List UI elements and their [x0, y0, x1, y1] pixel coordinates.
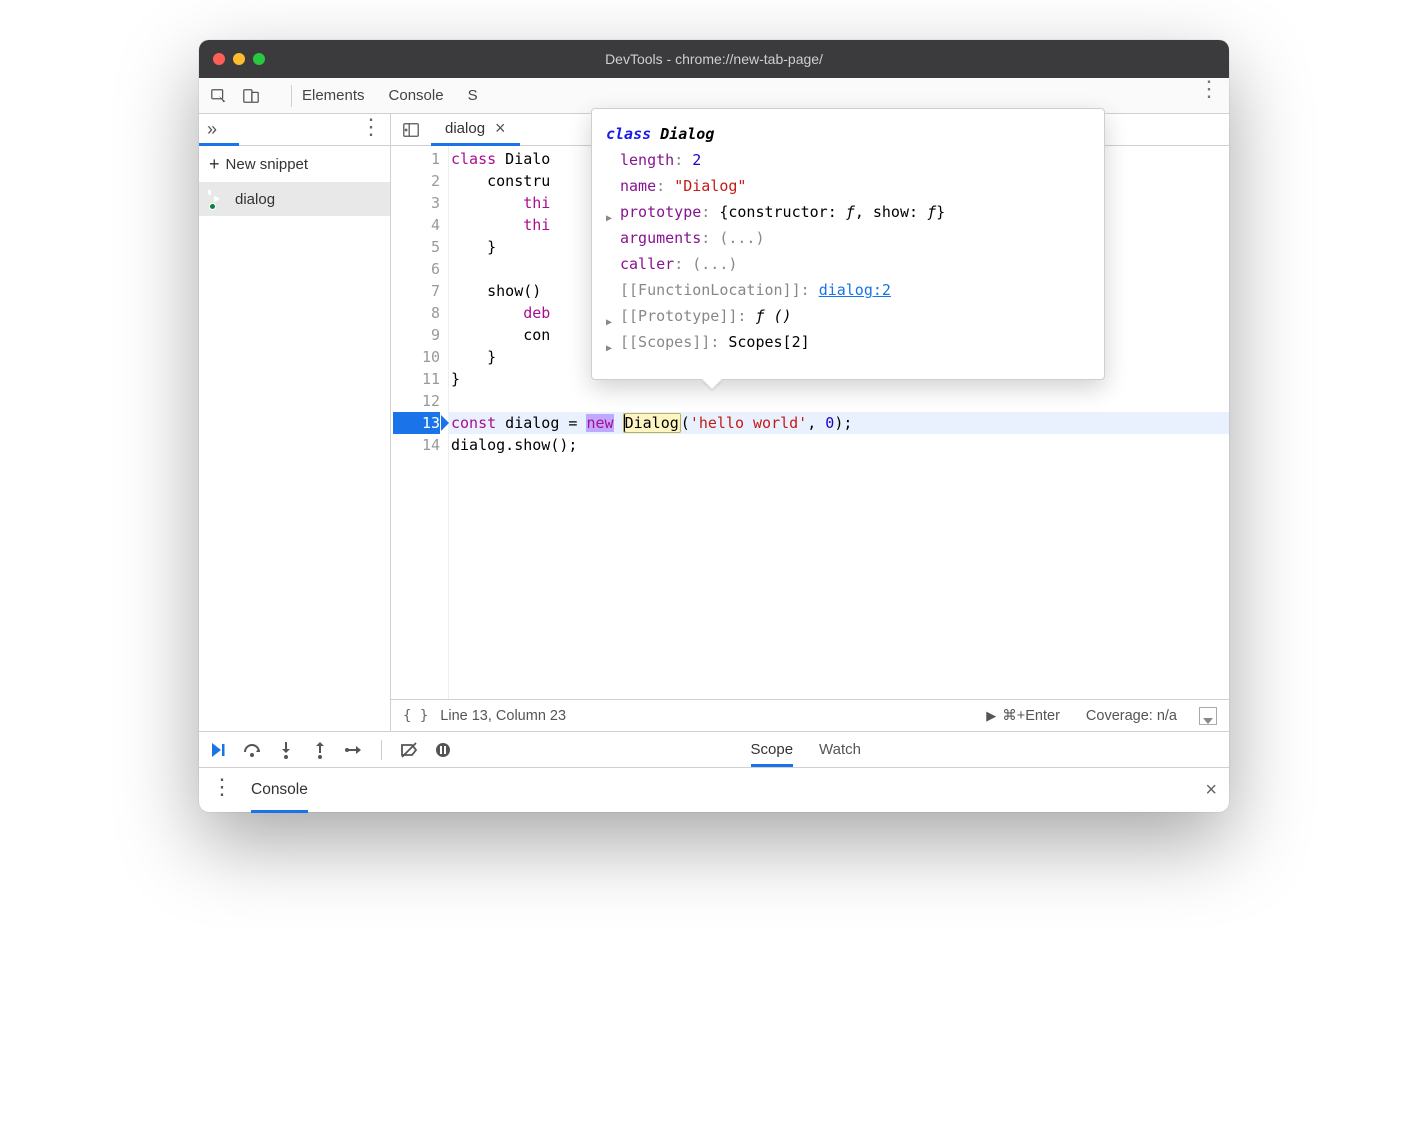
tab-watch[interactable]: Watch: [819, 741, 861, 758]
resume-icon[interactable]: [207, 739, 229, 761]
tab-console[interactable]: Console: [389, 87, 444, 104]
step-into-icon[interactable]: [275, 739, 297, 761]
drawer-more-icon[interactable]: ⋮: [211, 776, 233, 798]
file-tab-label: dialog: [445, 120, 485, 137]
disclosure-triangle-icon[interactable]: ▶: [606, 336, 612, 362]
navigator-toggle-icon[interactable]: [401, 120, 421, 140]
new-snippet-button[interactable]: + New snippet: [199, 146, 390, 182]
drawer-tab-console[interactable]: Console: [251, 781, 308, 813]
popover-function-location[interactable]: [[FunctionLocation]]: dialog:2: [606, 277, 1090, 303]
editor-status-bar: { } Line 13, Column 23 ▶ ⌘+Enter Coverag…: [391, 699, 1229, 731]
popover-class-keyword: class: [606, 125, 651, 143]
snippets-sidebar: » ⋮ + New snippet dialog: [199, 114, 391, 731]
pretty-print-icon[interactable]: { }: [403, 708, 428, 724]
new-snippet-label: New snippet: [226, 156, 309, 173]
run-shortcut: ⌘+Enter: [1002, 708, 1060, 724]
popover-prop-caller[interactable]: caller: (...): [606, 251, 1090, 277]
popover-prop-arguments[interactable]: arguments: (...): [606, 225, 1090, 251]
expand-sidebar-icon[interactable]: »: [207, 119, 217, 140]
run-snippet-icon[interactable]: ▶: [986, 708, 996, 724]
zoom-window-button[interactable]: [253, 53, 265, 65]
sidebar-more-icon[interactable]: ⋮: [360, 116, 382, 138]
popover-prop-name[interactable]: name: "Dialog": [606, 173, 1090, 199]
more-tools-icon[interactable]: ⋮: [1199, 80, 1219, 100]
console-drawer: ⋮ Console ×: [199, 768, 1229, 812]
tab-elements[interactable]: Elements: [302, 87, 365, 104]
step-icon[interactable]: [343, 739, 365, 761]
device-toolbar-icon[interactable]: [241, 86, 261, 106]
popover-internal-scopes[interactable]: ▶ [[Scopes]]: Scopes[2]: [606, 329, 1090, 355]
tab-sources[interactable]: S: [468, 87, 480, 104]
minimize-window-button[interactable]: [233, 53, 245, 65]
popover-internal-prototype[interactable]: ▶ [[Prototype]]: ƒ (): [606, 303, 1090, 329]
step-over-icon[interactable]: [241, 739, 263, 761]
plus-icon: +: [209, 154, 220, 175]
file-tab-dialog[interactable]: dialog ×: [431, 114, 520, 146]
code-content[interactable]: class Dialo constru thi thi } show() deb…: [449, 146, 1229, 699]
step-out-icon[interactable]: [309, 739, 331, 761]
snippet-label: dialog: [235, 191, 275, 208]
drawer-close-icon[interactable]: ×: [1205, 779, 1217, 802]
popover-prop-length[interactable]: length: 2: [606, 147, 1090, 173]
popover-prop-prototype[interactable]: ▶ prototype: {constructor: ƒ, show: ƒ}: [606, 199, 1090, 225]
devtools-window: DevTools - chrome://new-tab-page/ Elemen…: [199, 40, 1229, 812]
coverage-status: Coverage: n/a: [1086, 708, 1177, 724]
toggle-bottom-drawer-icon[interactable]: [1199, 707, 1217, 725]
sidebar-header: » ⋮: [199, 114, 390, 146]
snippet-file-icon: [211, 190, 227, 208]
close-tab-icon[interactable]: ×: [495, 118, 506, 139]
code-editor: dialog × 1234 5678 9101112 1314 class Di…: [391, 114, 1229, 731]
object-preview-popover: class Dialog length: 2 name: "Dialog" ▶: [591, 108, 1105, 380]
sources-panel: » ⋮ + New snippet dialog: [199, 114, 1229, 732]
titlebar: DevTools - chrome://new-tab-page/: [199, 40, 1229, 78]
snippet-item[interactable]: dialog: [199, 182, 390, 216]
inspect-element-icon[interactable]: [209, 86, 229, 106]
window-title: DevTools - chrome://new-tab-page/: [199, 51, 1229, 67]
tab-scope[interactable]: Scope: [751, 741, 794, 767]
popover-class-name: Dialog: [660, 125, 714, 143]
separator: [291, 85, 292, 107]
execution-line: const dialog = new Dialog('hello world',…: [449, 412, 1229, 434]
code-area[interactable]: 1234 5678 9101112 1314 class Dialo const…: [391, 146, 1229, 699]
traffic-lights: [213, 53, 265, 65]
debugger-toolbar: Scope Watch: [199, 732, 1229, 768]
deactivate-breakpoints-icon[interactable]: [398, 739, 420, 761]
cursor-position: Line 13, Column 23: [440, 708, 566, 724]
close-window-button[interactable]: [213, 53, 225, 65]
pause-on-exceptions-icon[interactable]: [432, 739, 454, 761]
